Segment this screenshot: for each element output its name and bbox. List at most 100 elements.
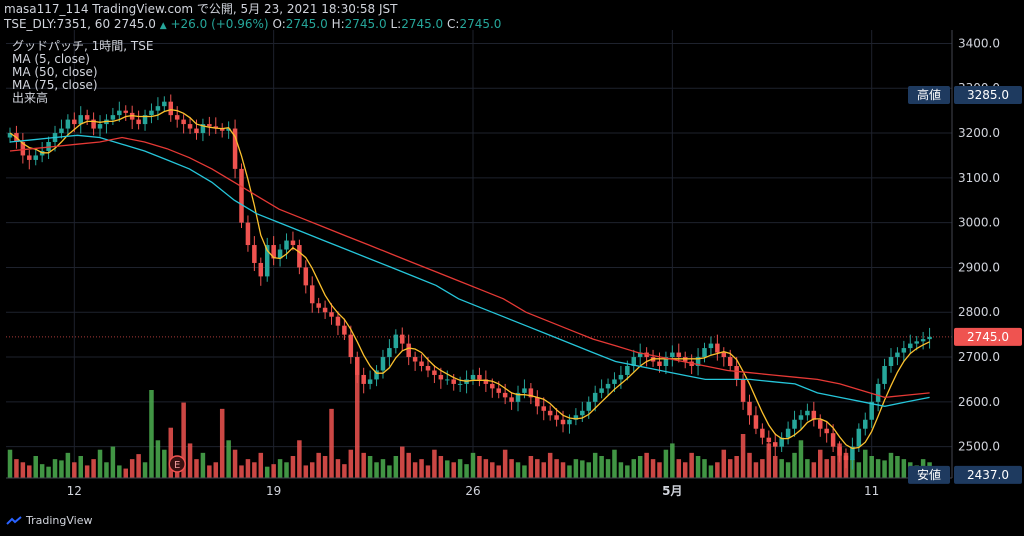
candle-body bbox=[297, 245, 302, 268]
volume-bar bbox=[689, 452, 694, 478]
volume-bar bbox=[348, 449, 354, 478]
volume-bar bbox=[84, 465, 90, 478]
candle-body bbox=[117, 110, 122, 116]
volume-bar bbox=[715, 462, 720, 478]
candle-body bbox=[400, 334, 405, 344]
volume-bar bbox=[490, 462, 495, 478]
volume-bar bbox=[297, 440, 302, 478]
earnings-event-label: E bbox=[174, 460, 180, 471]
volume-bar bbox=[239, 465, 244, 478]
volume-bar bbox=[695, 456, 701, 478]
candle-body bbox=[888, 357, 894, 366]
brand-name: TradingView bbox=[26, 514, 93, 527]
volume-bar bbox=[618, 462, 624, 478]
volume-bar bbox=[309, 462, 315, 478]
volume-bar bbox=[753, 462, 759, 478]
volume-bar bbox=[580, 460, 585, 478]
volume-bar bbox=[200, 452, 206, 478]
volume-bar bbox=[329, 408, 334, 478]
candle-body bbox=[316, 303, 321, 308]
candle-body bbox=[168, 101, 174, 116]
candle-body bbox=[438, 374, 444, 380]
volume-bar bbox=[97, 449, 103, 478]
high-value: 3285.0 bbox=[967, 88, 1009, 102]
x-tick-label: 26 bbox=[465, 484, 480, 498]
candle-body bbox=[284, 240, 289, 250]
candle-body bbox=[136, 119, 141, 125]
candle-body bbox=[522, 388, 527, 393]
legend-volume[interactable]: 出来高 bbox=[12, 92, 153, 105]
candle-body bbox=[174, 115, 180, 120]
volume-bar bbox=[162, 449, 167, 478]
volume-bar bbox=[52, 459, 58, 478]
volume-bar bbox=[817, 449, 823, 478]
tradingview-brand[interactable]: TradingView bbox=[6, 514, 92, 527]
volume-bar bbox=[361, 452, 366, 478]
volume-bar bbox=[316, 452, 321, 478]
candle-body bbox=[901, 348, 907, 353]
volume-bar bbox=[535, 459, 540, 478]
candle-body bbox=[348, 334, 354, 358]
candle-body bbox=[335, 316, 341, 326]
candle-body bbox=[97, 124, 103, 129]
high-label: 高値 bbox=[917, 87, 941, 102]
candle-body bbox=[882, 366, 887, 384]
volume-bar bbox=[419, 459, 424, 478]
low-label: 安値 bbox=[917, 467, 941, 482]
candle-body bbox=[72, 119, 77, 125]
volume-bar bbox=[117, 465, 122, 478]
candle-body bbox=[412, 357, 418, 362]
volume-bar bbox=[155, 440, 161, 478]
candle-body bbox=[760, 428, 765, 438]
moving-averages bbox=[9, 109, 930, 450]
volume-bar bbox=[290, 456, 296, 478]
volume-bar bbox=[136, 454, 141, 478]
last-price-value: 2745.0 bbox=[967, 330, 1009, 344]
candle-body bbox=[567, 419, 572, 425]
candle-body bbox=[580, 410, 585, 416]
candle-body bbox=[920, 339, 926, 342]
volume-bar bbox=[875, 459, 881, 478]
candle-body bbox=[657, 361, 662, 366]
volume-bar bbox=[123, 468, 129, 478]
volume-bar bbox=[895, 456, 900, 478]
candle-body bbox=[547, 410, 553, 416]
volume-bar bbox=[644, 452, 649, 478]
volume-bar bbox=[863, 449, 868, 478]
price-tags: 3285.0 高値 2745.0 2437.0 安値 bbox=[908, 85, 1022, 484]
y-tick-label: 2600.0 bbox=[958, 395, 1000, 409]
volume-bar bbox=[515, 462, 521, 478]
candle-body bbox=[322, 307, 328, 313]
volume-bar bbox=[657, 462, 662, 478]
candle-body bbox=[342, 325, 347, 335]
volume-bar bbox=[650, 459, 656, 478]
y-tick-label: 2900.0 bbox=[958, 260, 1000, 274]
volume-bar bbox=[380, 459, 386, 478]
candle-body bbox=[670, 352, 675, 358]
volume-bar bbox=[457, 459, 463, 478]
candle-body bbox=[805, 410, 810, 416]
volume-bar bbox=[727, 459, 733, 478]
volume-bar bbox=[187, 443, 193, 478]
candle-body bbox=[895, 352, 900, 358]
candle-body bbox=[702, 348, 707, 358]
candle-body bbox=[927, 336, 932, 340]
candle-body bbox=[708, 343, 714, 349]
volume-bar bbox=[740, 434, 746, 478]
volume-bar bbox=[78, 456, 83, 478]
candle-body bbox=[490, 383, 495, 389]
volume-bar bbox=[33, 456, 38, 478]
volume-bar bbox=[226, 440, 231, 478]
volume-bar bbox=[522, 465, 527, 478]
candle-body bbox=[625, 366, 630, 375]
candle-body bbox=[110, 115, 116, 120]
candle-body bbox=[65, 119, 71, 129]
price-chart[interactable]: 2500.0 2600.0 2700.0 2800.0 2900.0 3000.0 3100… bbox=[0, 0, 1024, 536]
volume-bar bbox=[869, 456, 874, 478]
candle-body bbox=[477, 374, 482, 380]
volume-bar bbox=[322, 456, 328, 478]
candle-body bbox=[676, 352, 682, 358]
candle-body bbox=[252, 245, 257, 263]
volume-bar bbox=[129, 459, 135, 478]
candle-body bbox=[863, 419, 868, 429]
